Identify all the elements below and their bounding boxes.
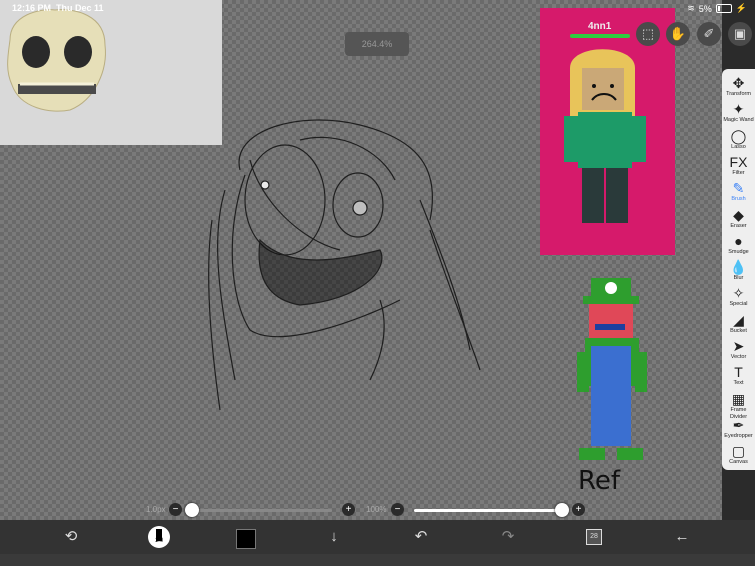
tool-label: Blur — [733, 275, 744, 282]
bottom-toolbar: ⟲ 1.0 ↓ ↶ ↷ 28 ← — [0, 520, 755, 554]
tool-label: Brush — [731, 196, 746, 203]
tool-special[interactable]: ✧ Special — [722, 285, 755, 308]
tool-label: Vector — [730, 354, 747, 360]
tool-label: Smudge — [728, 248, 749, 255]
eyedropper-icon: ✒ — [732, 416, 745, 433]
text-icon: T — [734, 364, 743, 381]
status-time: 12:16 PM Thu Dec 11 — [12, 3, 104, 13]
tool-palette: ✥ Transform ✦ Magic Wand ◯ Lasso FX Filter ✎ Brus… — [722, 69, 755, 470]
tool-vector[interactable]: ➤ Vector — [722, 338, 755, 361]
tool-label: Canvas — [729, 459, 748, 466]
opacity-value: 100% — [366, 505, 387, 514]
filter-icon: FX — [729, 153, 748, 170]
frame-divider-icon: ▦ — [731, 390, 746, 407]
wifi-icon: ≋ — [687, 3, 695, 13]
charging-icon: ⚡ — [735, 3, 747, 13]
tool-label: Eraser — [730, 222, 747, 229]
quick-menu-icon[interactable]: ⟲ — [60, 526, 82, 548]
battery-icon — [715, 4, 732, 13]
smudge-icon: ● — [734, 232, 743, 249]
reference-image-icon[interactable]: ▣ — [728, 22, 752, 46]
color-swatch[interactable] — [236, 529, 256, 549]
roblox-reference-image: 4nn1 — [540, 8, 675, 255]
selection-icon[interactable]: ⬚ — [636, 22, 660, 46]
ruler-icon[interactable]: ✐ — [697, 22, 721, 46]
special-icon: ✧ — [732, 285, 745, 302]
tool-blur[interactable]: 💧 Blur — [722, 259, 755, 282]
tool-transform[interactable]: ✥ Transform — [722, 75, 755, 98]
brush-size-decrease-button[interactable]: − — [169, 503, 182, 516]
tool-label: Lasso — [731, 143, 746, 150]
tool-label: Bucket — [730, 327, 747, 334]
opacity-slider[interactable]: 100% − + — [366, 503, 588, 517]
blur-icon: 💧 — [729, 259, 748, 276]
tool-smudge[interactable]: ● Smudge — [722, 233, 755, 256]
magic-wand-icon: ✦ — [732, 101, 745, 118]
luigi-reference-image — [577, 278, 647, 460]
tool-label: Eyedropper — [724, 432, 753, 439]
brush-size-indicator[interactable]: 1.0 — [148, 526, 170, 548]
lasso-icon: ◯ — [730, 127, 747, 144]
opacity-decrease-button[interactable]: − — [391, 503, 404, 516]
tool-eyedropper[interactable]: ✒ Eyedropper — [722, 417, 755, 440]
tool-text[interactable]: T Text — [722, 364, 755, 387]
hand-icon[interactable]: ✋ — [666, 22, 690, 46]
home-indicator-area — [0, 554, 755, 566]
layers-button[interactable]: 28 — [586, 529, 602, 545]
tool-lasso[interactable]: ◯ Lasso — [722, 128, 755, 151]
zoom-indicator: 264.4% — [345, 32, 409, 56]
brush-size-increase-button[interactable]: + — [342, 503, 355, 516]
tool-bucket[interactable]: ◢ Bucket — [722, 312, 755, 335]
tool-label: Filter — [732, 169, 745, 176]
canvas-icon: ▢ — [731, 443, 746, 460]
undo-icon[interactable]: ↶ — [410, 526, 432, 548]
back-arrow-icon[interactable]: ← — [671, 526, 693, 548]
tool-label: Magic Wand — [723, 117, 754, 124]
skull-reference-image — [0, 0, 222, 145]
tool-brush[interactable]: ✎ Brush — [722, 180, 755, 203]
tool-label: Transform — [726, 91, 751, 97]
brush-size-thumb[interactable] — [185, 503, 199, 517]
brush-icon: ✎ — [732, 180, 745, 197]
transform-icon: ✥ — [732, 75, 745, 91]
tool-label: Text — [733, 380, 744, 387]
tool-eraser[interactable]: ◆ Eraser — [722, 207, 755, 230]
tool-filter[interactable]: FX Filter — [722, 154, 755, 177]
opacity-thumb[interactable] — [555, 503, 569, 517]
skull-illustration — [7, 9, 106, 112]
status-indicators: ≋ 5% ⚡ — [687, 3, 747, 14]
download-icon[interactable]: ↓ — [323, 526, 345, 548]
roblox-character — [564, 49, 646, 223]
brush-size-value: 1.0px — [146, 505, 166, 514]
battery-percent: 5% — [698, 3, 712, 14]
brush-size-slider[interactable]: 1.0px − + — [146, 503, 358, 517]
opacity-track[interactable] — [414, 503, 569, 517]
tool-magic-wand[interactable]: ✦ Magic Wand — [722, 101, 755, 124]
vector-icon: ➤ — [732, 338, 745, 354]
tool-label: Special — [729, 301, 748, 308]
tool-canvas[interactable]: ▢ Canvas — [722, 443, 755, 466]
redo-icon[interactable]: ↷ — [497, 526, 519, 548]
bucket-icon: ◢ — [733, 311, 744, 328]
eraser-icon: ◆ — [733, 206, 744, 223]
opacity-increase-button[interactable]: + — [572, 503, 585, 516]
brush-size-track[interactable] — [185, 503, 332, 517]
